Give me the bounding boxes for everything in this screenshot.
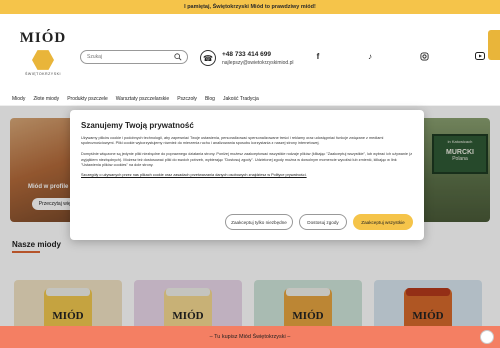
side-tab[interactable] xyxy=(488,30,500,60)
honeycomb-icon xyxy=(32,50,54,70)
phone-icon: ☎ xyxy=(200,50,216,66)
announcement-bar: I pamiętaj, Świętokrzyski Miód to prawdz… xyxy=(0,0,500,14)
email-address[interactable]: najlepszy@swietokrzyskimiod.pl xyxy=(222,60,294,66)
nav-item-zlote-miody[interactable]: Złote miody xyxy=(33,96,59,102)
chat-bubble-icon[interactable] xyxy=(480,330,494,344)
logo-title: MIÓD xyxy=(19,30,67,46)
accept-necessary-button[interactable]: Zaakceptuj tylko niezbędne xyxy=(225,214,293,230)
modal-paragraph-2: Domyślnie włączone są jedynie pliki niez… xyxy=(81,152,413,167)
nav-item-jakosc-tradycja[interactable]: Jakość Tradycja xyxy=(223,96,259,102)
youtube-icon[interactable] xyxy=(474,50,486,62)
shop-banner[interactable]: – Tu kupisz Miód Świętokrzyski – xyxy=(0,326,500,348)
privacy-policy-link[interactable]: Szczegóły o używanych przez nas plikach … xyxy=(81,173,413,177)
logo-subtitle: ŚWIĘTOKRZYSKI xyxy=(25,72,61,76)
nav-item-blog[interactable]: Blog xyxy=(205,96,215,102)
accept-all-button[interactable]: Zaakceptuj wszystkie xyxy=(353,214,413,230)
shop-banner-text: – Tu kupisz Miód Świętokrzyski – xyxy=(209,334,291,340)
cookie-consent-dialog: Szanujemy Twoją prywatność Używamy plikó… xyxy=(70,110,424,240)
site-header: MIÓD ŚWIĘTOKRZYSKI ☎ +48 733 414 699 naj… xyxy=(0,14,500,92)
contact-block: ☎ +48 733 414 699 najlepszy@swietokrzysk… xyxy=(200,46,294,70)
instagram-icon[interactable] xyxy=(418,50,430,62)
facebook-icon[interactable]: f xyxy=(312,50,324,62)
search-input[interactable] xyxy=(87,54,167,60)
search-box[interactable] xyxy=(80,50,188,64)
search-icon[interactable] xyxy=(174,53,182,61)
main-nav: Miody Złote miody Produkty pszczele Wars… xyxy=(0,92,500,106)
modal-buttons: Zaakceptuj tylko niezbędne Dostosuj zgod… xyxy=(219,214,413,230)
phone-number[interactable]: +48 733 414 699 xyxy=(222,51,294,58)
customize-consent-button[interactable]: Dostosuj zgody xyxy=(299,214,347,230)
nav-item-warsztaty[interactable]: Warsztaty pszczelarskie xyxy=(116,96,169,102)
announcement-text: I pamiętaj, Świętokrzyski Miód to prawdz… xyxy=(184,4,316,10)
nav-item-pszczoly[interactable]: Pszczoły xyxy=(177,96,197,102)
nav-item-miody[interactable]: Miody xyxy=(12,96,25,102)
nav-item-produkty-pszczele[interactable]: Produkty pszczele xyxy=(67,96,108,102)
tiktok-icon[interactable]: ♪ xyxy=(364,50,376,62)
site-logo[interactable]: MIÓD ŚWIĘTOKRZYSKI xyxy=(18,30,68,88)
modal-title: Szanujemy Twoją prywatność xyxy=(81,121,194,130)
modal-paragraph-1: Używamy plików cookie i podobnych techno… xyxy=(81,136,384,146)
